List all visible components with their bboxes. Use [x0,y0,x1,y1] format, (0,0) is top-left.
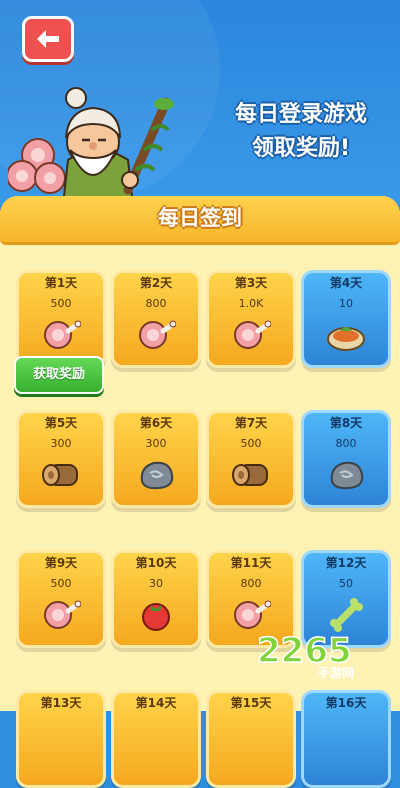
day-label: 第10天 [135,556,177,570]
reward-card-day-2[interactable]: 第2天 800 [111,270,201,368]
reward-card-day-4[interactable]: 第4天 10 [301,270,391,368]
reward-amount: 800 [145,297,167,310]
reward-amount: 30 [149,577,163,590]
day-label: 第1天 [44,276,78,290]
reward-amount: 500 [50,577,72,590]
elder-character-icon [8,87,174,205]
reward-card-day-14[interactable]: 第14天 [111,690,201,788]
claim-reward-button[interactable]: 获取奖励 [14,356,104,394]
stew-bowl-icon [326,317,366,353]
stone-icon [326,457,366,493]
day-label: 第16天 [325,696,367,710]
reward-amount: 500 [50,297,72,310]
day-label: 第8天 [329,416,363,430]
day-label: 第5天 [44,416,78,430]
reward-amount: 10 [339,297,353,310]
reward-amount: 800 [335,437,357,450]
day-label: 第13天 [40,696,82,710]
reward-card-day-6[interactable]: 第6天 300 [111,410,201,508]
reward-amount: 500 [240,437,262,450]
watermark-text: 手游网 [318,666,355,680]
reward-card-day-9[interactable]: 第9天 500 [16,550,106,648]
reward-card-day-8[interactable]: 第8天 800 [301,410,391,508]
reward-card-day-1[interactable]: 第1天 500 [16,270,106,368]
reward-amount: 50 [339,577,353,590]
reward-amount: 300 [145,437,167,450]
reward-card-day-13[interactable]: 第13天 [16,690,106,788]
meat-icon [41,317,82,353]
wood-log-icon [231,457,271,493]
reward-amount: 1.0K [238,297,264,310]
day-label: 第2天 [139,276,173,290]
day-label: 第9天 [44,556,78,570]
meat-icon [231,317,272,353]
meat-icon [136,317,177,353]
wood-log-icon [41,457,81,493]
banner-line-1: 每日登录游戏 [234,102,367,127]
reward-card-day-7[interactable]: 第7天 500 [206,410,296,508]
day-label: 第6天 [139,416,173,430]
reward-card-day-5[interactable]: 第5天 300 [16,410,106,508]
meat-icon [41,597,82,633]
back-button[interactable] [22,16,74,62]
panel-title: 每日签到 [158,206,242,230]
arrow-left-icon [37,30,59,48]
meat-pile-icon [8,138,66,194]
reward-card-day-16[interactable]: 第16天 [301,690,391,788]
reward-card-day-3[interactable]: 第3天 1.0K [206,270,296,368]
banner-line-2: 领取奖励! [251,136,351,161]
stone-icon [136,457,176,493]
day-label: 第12天 [325,556,367,570]
day-label: 第4天 [329,276,363,290]
day-label: 第11天 [230,556,272,570]
reward-amount: 300 [50,437,72,450]
tomato-icon [136,597,176,633]
day-label: 第3天 [234,276,268,290]
reward-amount: 800 [240,577,262,590]
banner-text: 每日登录游戏 领取奖励! [216,98,386,166]
day-label: 第15天 [230,696,272,710]
day-label: 第14天 [135,696,177,710]
day-label: 第7天 [234,416,268,430]
reward-card-day-10[interactable]: 第10天 30 [111,550,201,648]
reward-card-day-15[interactable]: 第15天 [206,690,296,788]
